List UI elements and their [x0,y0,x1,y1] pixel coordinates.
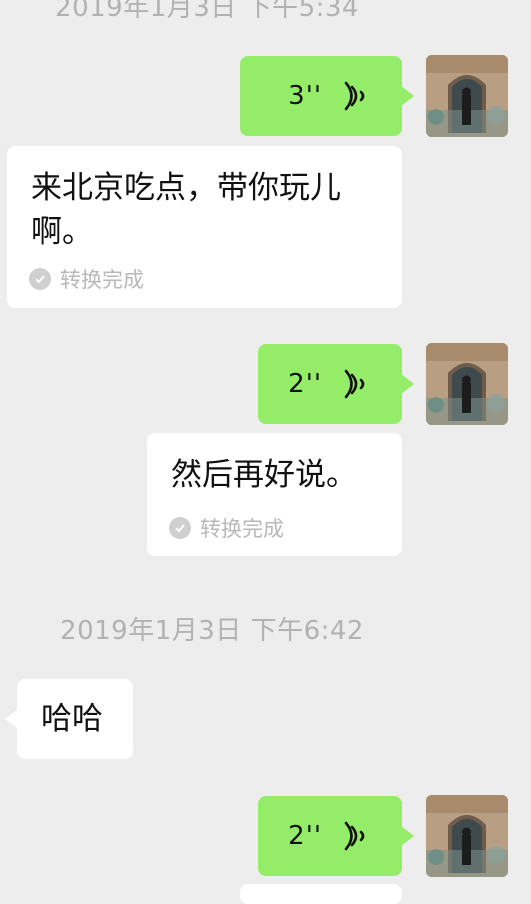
voice-wave-icon [344,821,365,851]
check-circle-icon [29,268,51,290]
incoming-message-bubble[interactable]: 哈哈 [5,679,133,759]
transcription-text-line: 来北京吃点，带你玩儿 [31,170,341,206]
transcription-status: 转换完成 [29,264,144,294]
voice-message-bubble[interactable]: 2'' [258,796,414,876]
avatar[interactable] [426,795,508,877]
timestamp: 2019年1月3日 下午6:42 [60,616,364,646]
incoming-message-text: 哈哈 [41,701,103,737]
timestamp: 2019年1月3日 下午5:34 [55,0,359,23]
avatar[interactable] [426,343,508,425]
voice-duration: 3'' [288,81,322,111]
transcription-bubble: 来北京吃点，带你玩儿 啊。 转换完成 [7,146,402,308]
voice-message-bubble[interactable]: 3'' [240,56,414,136]
transcription-status-label: 转换完成 [200,517,284,541]
transcription-text-line: 然后再好说。 [171,457,357,493]
voice-wave-icon [344,369,365,399]
check-circle-icon [169,517,191,539]
transcription-bubble: 然后再好说。 转换完成 [147,433,402,556]
voice-wave-icon [344,81,365,111]
voice-message-bubble[interactable]: 2'' [258,344,414,424]
voice-duration: 2'' [288,369,322,399]
avatar[interactable] [426,55,508,137]
transcription-status: 转换完成 [169,513,284,543]
voice-duration: 2'' [288,821,322,851]
transcription-bubble [240,884,402,904]
transcription-status-label: 转换完成 [60,268,144,292]
transcription-text-line: 啊。 [31,214,93,250]
